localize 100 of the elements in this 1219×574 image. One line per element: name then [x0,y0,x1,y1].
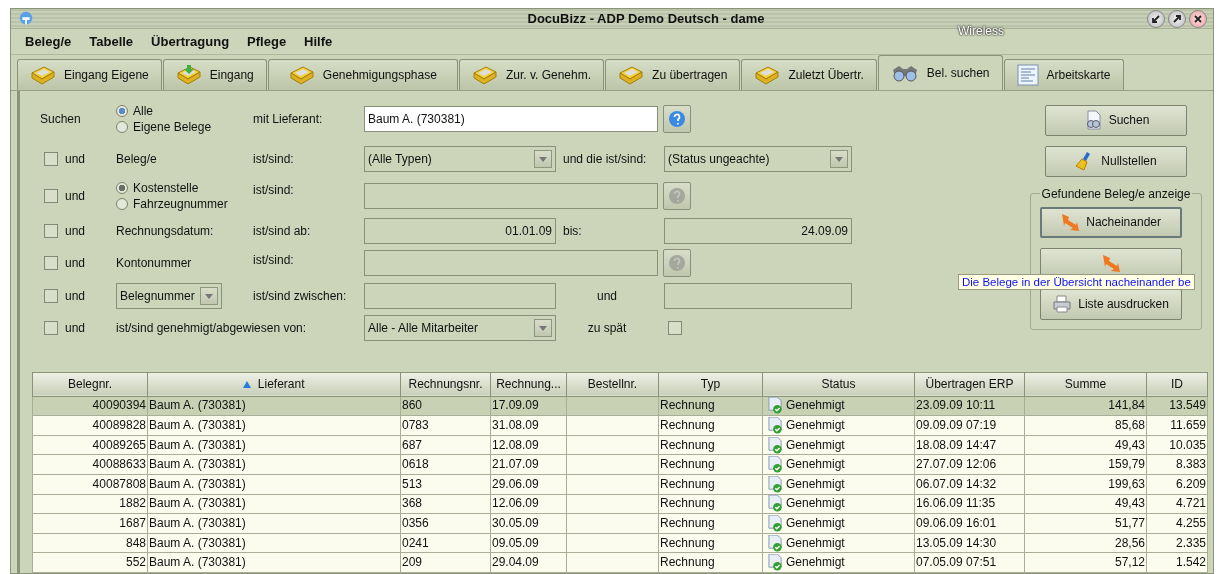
table-row[interactable]: 40089265 Baum A. (730381) 687 12.08.09 Rechnung Genehmigt 18.08.09 14:47 49,43 10.035 [32,435,1208,455]
tab[interactable]: Eingang Eigene [17,58,162,90]
document-icon [1016,63,1039,86]
table-row[interactable]: 40090394 Baum A. (730381) 860 17.09.09 Rechnung Genehmigt 23.09.09 10:11 141,84 13.549 [32,396,1208,416]
status-dropdown[interactable]: (Status ungeachte) [664,145,852,172]
table-cell: 513 [402,476,423,491]
table-cell: 141,84 [1108,398,1145,413]
radio-button[interactable]: Fahrzeugnummer [116,196,253,211]
operator-label: bis: [563,223,582,238]
table-row[interactable]: 40088633 Baum A. (730381) 0618 21.07.09 Rechnung Genehmigt 27.07.09 12:06 159,79 8.383 [32,454,1208,475]
tab[interactable]: Zuletzt Übertr. [741,58,877,90]
action-button[interactable]: Liste ausdrucken [1039,288,1182,320]
column-header[interactable]: Rechnungsnr. [400,372,491,397]
filter-label: ist/sind genehmigt/abgewiesen von: [116,320,308,335]
table-cell: Rechnung [660,437,715,452]
table-row[interactable]: 40089828 Baum A. (730381) 0783 31.08.09 Rechnung Genehmigt 09.09.09 07:19 85,68 11.659 [32,415,1208,436]
date-field[interactable]: 01.01.09 [364,217,556,244]
action-button[interactable]: Nacheinander [1039,206,1182,238]
menu-item[interactable]: Beleg/e [25,33,72,49]
tab[interactable]: Eingang [162,58,267,90]
window-title: DocuBizz - ADP Demo Deutsch - dame [526,11,766,27]
radio-button[interactable]: Kostenstelle [116,180,253,195]
operator-label: ist/sind zwischen: [253,288,348,303]
column-header[interactable]: Lieferant [147,372,401,397]
help-icon [668,254,686,273]
employee-dropdown[interactable]: Alle - Alle Mitarbeiter [364,314,556,341]
table-cell: 8.383 [1175,457,1206,472]
maximize-button[interactable] [1168,9,1186,28]
type-dropdown[interactable]: (Alle Typen) [364,145,556,172]
search-label: Suchen [39,111,82,126]
table-cell: 31.08.09 [492,418,539,433]
close-button[interactable] [1189,9,1207,28]
menu-item[interactable]: Pflege [247,33,287,49]
status-text: Genehmigt [786,515,845,532]
status-text: Genehmigt [786,534,845,552]
table-cell: 12.06.09 [492,496,539,511]
help-button[interactable] [663,104,691,133]
column-header[interactable]: Status [762,372,915,397]
table-cell: 27.07.09 12:06 [916,457,997,472]
table-row[interactable]: 1687 Baum A. (730381) 0356 30.05.09 Rechnung Genehmigt 09.06.09 16:01 51,77 4.255 [32,513,1208,534]
menu-item[interactable]: Tabelle [89,33,134,49]
checkbox[interactable] [668,320,682,335]
status-text: Genehmigt [786,417,845,435]
table-cell: Rechnung [660,476,715,491]
arrow-icon [1151,13,1161,24]
table-row[interactable]: 1882 Baum A. (730381) 368 12.06.09 Rechnung Genehmigt 16.06.09 11:35 49,43 4.721 [32,494,1208,514]
menu-item[interactable]: Hilfe [304,33,333,49]
table-cell: 6.209 [1175,476,1206,491]
checkbox[interactable]: und [32,256,116,271]
table-cell: 40087808 [92,476,146,491]
menu-item[interactable]: Übertragung [151,33,230,49]
tab[interactable]: Arbeitskarte [1003,58,1124,90]
table-cell: 13.05.09 14:30 [916,535,997,550]
supplier-field[interactable]: Baum A. (730381) [364,105,658,132]
input-field[interactable] [364,182,658,209]
checkbox[interactable]: und [32,151,116,166]
table-cell: Baum A. (730381) [149,496,246,511]
table-cell: Baum A. (730381) [149,516,246,530]
restore-button[interactable] [1147,9,1165,28]
operator-label: ist/sind: [253,182,295,197]
tab[interactable]: Zu übertragen [605,58,741,90]
help-icon [668,109,686,128]
column-header[interactable]: Belegnr. [32,372,148,397]
tooltip: Die Belege in der Übersicht nacheinander be [958,274,1195,290]
input-field[interactable] [364,282,556,309]
column-header[interactable]: ID [1146,372,1208,397]
column-header[interactable]: Bestellnr. [566,372,659,397]
radio-button[interactable]: Eigene Belege [116,119,253,134]
tray-icon [471,64,498,85]
status-text: Genehmigt [786,475,845,493]
status-text: Genehmigt [786,397,845,415]
status-text: Genehmigt [786,554,845,572]
action-button[interactable]: Suchen [1045,104,1187,136]
table-cell: Rechnung [660,398,715,413]
table-row[interactable]: 848 Baum A. (730381) 0241 09.05.09 Rechnung Genehmigt 13.05.09 14:30 28,56 2.335 [32,533,1208,553]
checkbox[interactable]: und [32,320,116,335]
checkbox[interactable]: und [32,188,116,203]
column-header[interactable]: Rechnung... [490,372,567,397]
tab[interactable]: Bel. suchen [877,54,1003,90]
table-cell: Baum A. (730381) [149,555,246,570]
table-row[interactable]: 40087808 Baum A. (730381) 513 29.06.09 Rechnung Genehmigt 06.07.09 14:32 199,63 6.209 [32,474,1208,495]
column-header[interactable]: Summe [1024,372,1147,397]
table-row[interactable]: 552 Baum A. (730381) 209 29.04.09 Rechnung Genehmigt 07.05.09 07:51 57,12 1.542 [32,552,1208,573]
column-header[interactable]: Übertragen ERP [914,372,1025,397]
operator-label: und die ist/sind: [563,151,647,166]
date-field[interactable]: 24.09.09 [664,217,852,244]
tab[interactable]: Genehmigungsphase [267,58,458,90]
table-cell: 12.08.09 [492,437,539,452]
column-header[interactable]: Typ [658,372,763,397]
field-dropdown[interactable]: Belegnummer [116,282,222,309]
input-field[interactable] [664,282,852,309]
tab[interactable]: Zur. v. Genehm. [458,58,605,90]
table-cell: 0356 [402,516,429,530]
input-field[interactable] [364,250,658,277]
table-cell: Rechnung [660,535,715,550]
table-cell: 552 [125,555,146,570]
checkbox[interactable]: und [32,223,116,238]
checkbox[interactable]: und [32,288,116,303]
action-button[interactable]: Nullstellen [1045,145,1187,177]
radio-button[interactable]: Alle [116,103,253,118]
